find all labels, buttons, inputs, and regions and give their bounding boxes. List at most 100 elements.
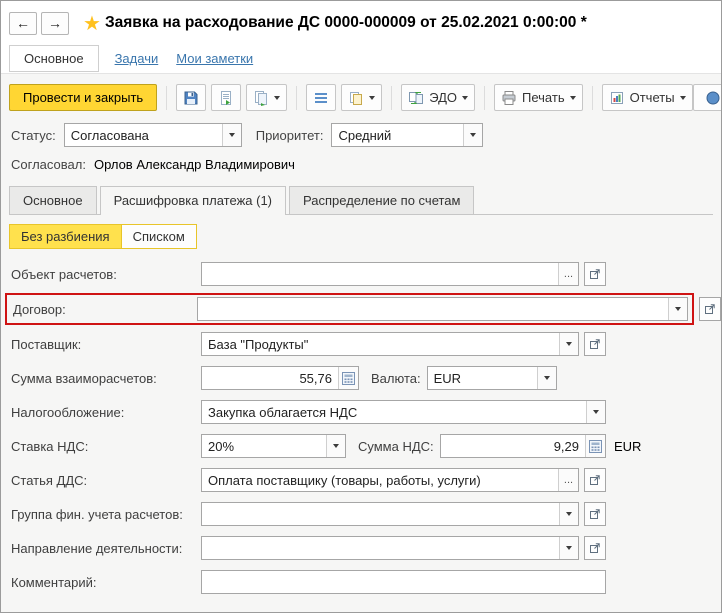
- amount-label: Сумма взаиморасчетов:: [11, 370, 157, 386]
- chevron-down-icon: [566, 546, 572, 550]
- fin-group-dropdown-button[interactable]: [559, 503, 578, 525]
- currency-dropdown-button[interactable]: [536, 367, 556, 389]
- open-link-icon: [589, 338, 601, 350]
- cash-flow-item-open-button[interactable]: [584, 468, 606, 492]
- currency-combo[interactable]: EUR: [426, 366, 557, 390]
- more-commands-button[interactable]: [693, 84, 721, 111]
- cash-flow-item-field[interactable]: ...: [201, 468, 579, 492]
- copy-icon: [348, 90, 364, 106]
- edo-button[interactable]: ЭДО: [401, 84, 476, 111]
- settlement-object-choose-button[interactable]: ...: [558, 263, 578, 285]
- settlement-object-input[interactable]: [202, 263, 558, 285]
- chevron-down-icon: [274, 95, 281, 100]
- chevron-down-icon: [462, 95, 469, 100]
- toolbar-separator: [591, 85, 593, 110]
- taxation-combo[interactable]: Закупка облагается НДС: [201, 400, 606, 424]
- chevron-down-icon: [566, 512, 572, 516]
- ellipsis-icon: ...: [563, 474, 574, 486]
- comment-row: Комментарий:: [11, 570, 721, 594]
- app-window: ← → ★ Заявка на расходование ДС 0000-000…: [0, 0, 722, 613]
- back-button[interactable]: ←: [9, 11, 37, 35]
- supplier-value: База "Продукты": [208, 336, 309, 352]
- cash-flow-item-input[interactable]: [202, 469, 558, 491]
- tab-main[interactable]: Основное: [9, 186, 97, 214]
- toggle-no-split[interactable]: Без разбиения: [10, 225, 122, 248]
- activity-dropdown-button[interactable]: [559, 537, 578, 559]
- nav-link-tasks[interactable]: Задачи: [115, 51, 159, 66]
- open-link-icon: [589, 474, 601, 486]
- vat-amount-field[interactable]: [439, 434, 606, 458]
- nav-tab-main[interactable]: Основное: [9, 44, 99, 72]
- toolbar-separator: [296, 85, 298, 110]
- toggle-list[interactable]: Списком: [122, 225, 196, 248]
- supplier-combo[interactable]: База "Продукты": [201, 332, 579, 356]
- contract-open-button[interactable]: [699, 297, 721, 321]
- status-combo[interactable]: Согласована: [63, 123, 242, 147]
- vat-amount-input[interactable]: [440, 435, 585, 457]
- copy-button[interactable]: [341, 84, 383, 111]
- calculator-icon: [589, 439, 602, 453]
- back-arrow-icon: ←: [16, 15, 30, 31]
- priority-combo[interactable]: Средний: [331, 123, 484, 147]
- supplier-dropdown-button[interactable]: [559, 333, 578, 355]
- settlement-object-open-button[interactable]: [584, 262, 606, 286]
- nav-link-notes[interactable]: Мои заметки: [176, 51, 253, 66]
- cash-flow-item-label: Статья ДДС:: [11, 472, 88, 488]
- fin-group-combo[interactable]: [201, 502, 579, 526]
- supplier-open-button[interactable]: [584, 332, 606, 356]
- chevron-down-icon: [566, 342, 572, 346]
- toolbar-separator: [166, 85, 168, 110]
- activity-open-button[interactable]: [584, 536, 606, 560]
- post-and-close-button[interactable]: Провести и закрыть: [9, 84, 158, 111]
- ellipsis-icon: ...: [563, 268, 574, 280]
- status-label: Статус:: [11, 127, 56, 143]
- open-link-icon: [589, 508, 601, 520]
- favorite-star-icon[interactable]: ★: [83, 11, 101, 36]
- page-title: Заявка на расходование ДС 0000-000009 от…: [104, 14, 587, 31]
- vat-rate-label: Ставка НДС:: [11, 438, 89, 454]
- create-based-on-icon: [253, 90, 269, 106]
- tab-payment-details[interactable]: Расшифровка платежа (1): [99, 186, 287, 215]
- post-document-button[interactable]: [211, 84, 242, 111]
- print-button[interactable]: Печать: [494, 84, 583, 111]
- list-icon: [313, 90, 329, 106]
- document-list-button[interactable]: [306, 84, 337, 111]
- settlement-object-field[interactable]: ...: [201, 262, 579, 286]
- approver-value: Орлов Александр Владимирович: [93, 157, 295, 172]
- vat-row: Ставка НДС: 20% Сумма НДС: EUR: [11, 434, 721, 458]
- contract-combo[interactable]: [197, 297, 688, 321]
- reports-label: Отчеты: [629, 90, 675, 105]
- save-button[interactable]: [176, 84, 207, 111]
- fin-group-open-button[interactable]: [584, 502, 606, 526]
- activity-combo[interactable]: [201, 536, 579, 560]
- chevron-down-icon: [679, 95, 686, 100]
- status-value: Согласована: [70, 127, 149, 143]
- amount-field[interactable]: [201, 366, 359, 390]
- vat-amount-calculator-button[interactable]: [585, 435, 605, 457]
- status-dropdown-button[interactable]: [221, 124, 241, 146]
- activity-label: Направление деятельности:: [11, 540, 183, 556]
- priority-dropdown-button[interactable]: [463, 124, 483, 146]
- chevron-down-icon: [675, 307, 681, 311]
- create-based-on-button[interactable]: [246, 84, 288, 111]
- amount-row: Сумма взаиморасчетов: Валюта: EUR: [11, 366, 721, 390]
- post-document-icon: [218, 90, 234, 106]
- amount-calculator-button[interactable]: [338, 367, 358, 389]
- cash-flow-item-choose-button[interactable]: ...: [558, 469, 578, 491]
- forward-button[interactable]: →: [41, 11, 69, 35]
- vat-rate-combo[interactable]: 20%: [201, 434, 346, 458]
- amount-input[interactable]: [202, 367, 338, 389]
- vat-rate-dropdown-button[interactable]: [326, 435, 345, 457]
- comment-input[interactable]: [202, 571, 605, 593]
- chevron-down-icon: [543, 376, 550, 380]
- taxation-label: Налогообложение:: [11, 404, 125, 420]
- reports-button[interactable]: Отчеты: [601, 84, 693, 111]
- more-commands-icon: [705, 90, 721, 106]
- taxation-dropdown-button[interactable]: [586, 401, 605, 423]
- contract-highlight-frame: Договор:: [5, 293, 694, 325]
- toolbar-separator: [484, 85, 486, 110]
- tab-account-distribution[interactable]: Распределение по счетам: [289, 186, 475, 214]
- print-label: Печать: [522, 90, 565, 105]
- contract-dropdown-button[interactable]: [668, 298, 687, 320]
- comment-field[interactable]: [201, 570, 606, 594]
